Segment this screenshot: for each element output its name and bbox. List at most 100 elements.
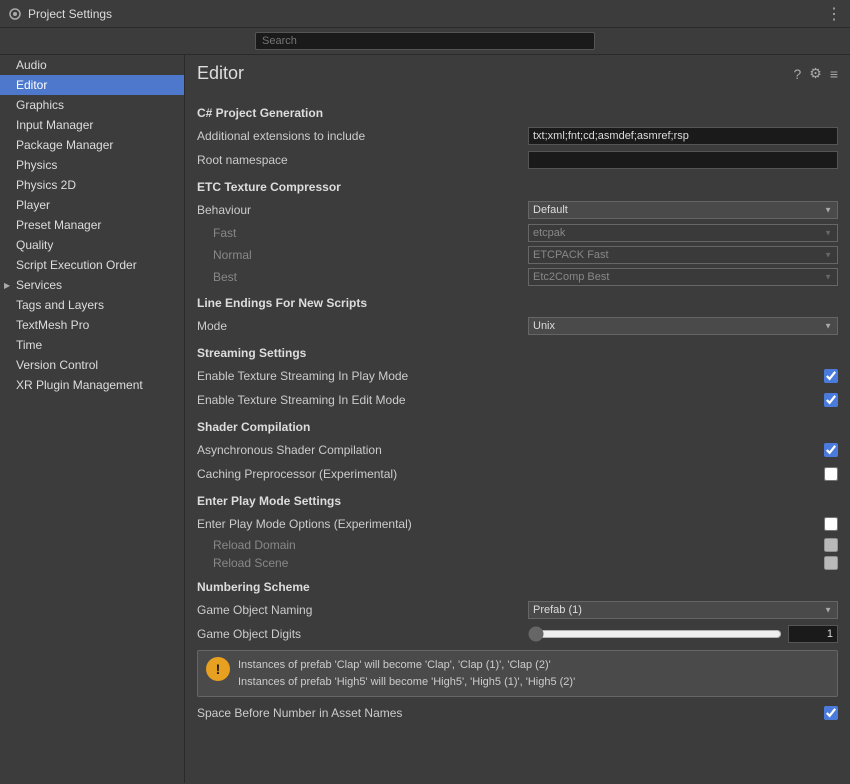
reload-scene-checkbox[interactable] [824,556,838,570]
enter-play-mode-options-value [412,517,838,531]
normal-dropdown[interactable]: ETCPACK Fast [528,246,838,264]
sidebar-item-physics-2d[interactable]: Physics 2D [0,175,184,195]
mode-dropdown[interactable]: Unix [528,317,838,335]
search-bar [0,28,850,55]
mode-value: Unix [227,317,838,335]
caching-preprocessor-checkbox[interactable] [824,467,838,481]
reload-domain-label: Reload Domain [213,538,296,552]
settings-content: C# Project Generation Additional extensi… [185,88,850,783]
enter-play-mode-options-row: Enter Play Mode Options (Experimental) [197,514,838,534]
enter-play-mode-options-checkbox[interactable] [824,517,838,531]
async-shader-row: Asynchronous Shader Compilation [197,440,838,460]
game-object-naming-value: Prefab (1) [312,601,838,619]
game-object-digits-row: Game Object Digits [197,624,838,644]
behaviour-row: Behaviour Default [197,200,838,220]
space-before-number-value [402,706,838,720]
sidebar-item-package-manager[interactable]: Package Manager [0,135,184,155]
title-bar: Project Settings ⋮ [0,0,850,28]
game-object-naming-dropdown-wrapper: Prefab (1) [528,601,838,619]
section-streaming-title: Streaming Settings [197,346,838,360]
texture-streaming-play-checkbox[interactable] [824,369,838,383]
behaviour-label: Behaviour [197,203,251,217]
reload-domain-value [296,538,838,552]
best-dropdown[interactable]: Etc2Comp Best [528,268,838,286]
sidebar-item-services[interactable]: Services [0,275,184,295]
fast-value: etcpak [236,224,838,242]
reload-scene-value [288,556,838,570]
normal-dropdown-wrapper: ETCPACK Fast [528,246,838,264]
sidebar-item-tags-and-layers[interactable]: Tags and Layers [0,295,184,315]
fast-dropdown[interactable]: etcpak [528,224,838,242]
project-settings-icon [8,7,22,21]
section-numbering-title: Numbering Scheme [197,580,838,594]
editor-header: Editor ? ⚙ ≡ [185,55,850,88]
fast-dropdown-wrapper: etcpak [528,224,838,242]
space-before-number-label: Space Before Number in Asset Names [197,706,402,720]
reload-scene-label: Reload Scene [213,556,288,570]
behaviour-dropdown-wrapper: Default [528,201,838,219]
sidebar-item-xr-plugin-management[interactable]: XR Plugin Management [0,375,184,395]
game-object-digits-value [301,625,838,643]
search-input[interactable] [255,32,595,50]
additional-extensions-input[interactable] [528,127,838,145]
sidebar-item-physics[interactable]: Physics [0,155,184,175]
best-dropdown-wrapper: Etc2Comp Best [528,268,838,286]
caching-preprocessor-label: Caching Preprocessor (Experimental) [197,467,397,481]
sidebar-item-input-manager[interactable]: Input Manager [0,115,184,135]
root-namespace-input[interactable] [528,151,838,169]
root-namespace-value [288,151,838,169]
editor-header-icons: ? ⚙ ≡ [793,65,838,82]
sidebar-item-audio[interactable]: Audio [0,55,184,75]
texture-streaming-edit-checkbox[interactable] [824,393,838,407]
settings-icon[interactable]: ≡ [830,66,838,82]
warning-icon: ! [206,657,230,681]
texture-streaming-play-label: Enable Texture Streaming In Play Mode [197,369,408,383]
sidebar-item-editor[interactable]: Editor [0,75,184,95]
texture-streaming-edit-value [406,393,838,407]
space-before-number-checkbox[interactable] [824,706,838,720]
root-namespace-row: Root namespace [197,150,838,170]
editor-title: Editor [197,63,244,84]
reload-scene-row: Reload Scene [197,556,838,570]
best-label: Best [213,270,237,284]
texture-streaming-play-row: Enable Texture Streaming In Play Mode [197,366,838,386]
best-value: Etc2Comp Best [237,268,838,286]
reload-domain-row: Reload Domain [197,538,838,552]
caching-preprocessor-row: Caching Preprocessor (Experimental) [197,464,838,484]
warning-box: ! Instances of prefab 'Clap' will become… [197,650,838,697]
mode-dropdown-wrapper: Unix [528,317,838,335]
sidebar-item-textmesh-pro[interactable]: TextMesh Pro [0,315,184,335]
game-object-digits-input[interactable] [788,625,838,643]
sidebar-item-preset-manager[interactable]: Preset Manager [0,215,184,235]
async-shader-value [382,443,838,457]
sidebar-item-quality[interactable]: Quality [0,235,184,255]
best-row: Best Etc2Comp Best [197,268,838,286]
behaviour-dropdown[interactable]: Default [528,201,838,219]
fast-row: Fast etcpak [197,224,838,242]
title-bar-left: Project Settings [8,7,112,21]
window-title: Project Settings [28,7,112,21]
additional-extensions-value [365,127,838,145]
sidebar: Audio Editor Graphics Input Manager Pack… [0,55,185,783]
game-object-naming-dropdown[interactable]: Prefab (1) [528,601,838,619]
content-area: Editor ? ⚙ ≡ C# Project Generation Addit… [185,55,850,783]
sidebar-item-player[interactable]: Player [0,195,184,215]
game-object-naming-row: Game Object Naming Prefab (1) [197,600,838,620]
texture-streaming-edit-row: Enable Texture Streaming In Edit Mode [197,390,838,410]
sidebar-item-script-execution-order[interactable]: Script Execution Order [0,255,184,275]
section-csharp-title: C# Project Generation [197,106,838,120]
reload-domain-checkbox[interactable] [824,538,838,552]
settings2-icon[interactable]: ⚙ [809,65,822,82]
sidebar-item-time[interactable]: Time [0,335,184,355]
fast-label: Fast [213,226,236,240]
sidebar-item-version-control[interactable]: Version Control [0,355,184,375]
async-shader-checkbox[interactable] [824,443,838,457]
title-bar-menu-icon[interactable]: ⋮ [826,4,842,24]
root-namespace-label: Root namespace [197,153,288,167]
additional-extensions-label: Additional extensions to include [197,129,365,143]
main-layout: Audio Editor Graphics Input Manager Pack… [0,55,850,783]
warning-text: Instances of prefab 'Clap' will become '… [238,657,575,690]
help-icon[interactable]: ? [793,66,801,82]
game-object-digits-slider[interactable] [528,626,782,642]
sidebar-item-graphics[interactable]: Graphics [0,95,184,115]
